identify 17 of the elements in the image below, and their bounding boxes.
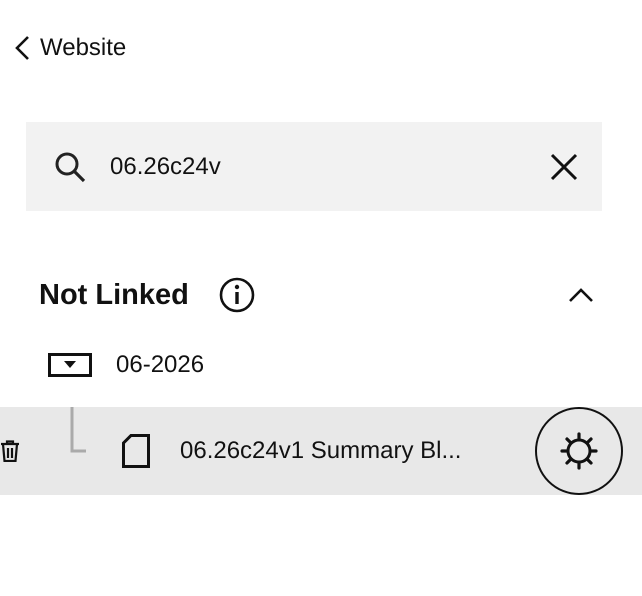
back-link[interactable]: Website [14, 30, 126, 66]
folder-icon [48, 353, 92, 377]
search-icon [54, 150, 86, 182]
folder-name[interactable]: 06-2026 [116, 351, 204, 379]
chevron-up-icon[interactable] [568, 287, 594, 303]
clear-button[interactable] [550, 152, 578, 180]
settings-button[interactable] [535, 407, 623, 495]
info-icon[interactable] [218, 277, 255, 313]
file-name: 06.26c24v1 Summary Bl... [180, 437, 462, 465]
file-row[interactable]: 06.26c24v1 Summary Bl... [0, 407, 642, 495]
gear-icon [559, 431, 599, 471]
document-icon [122, 434, 150, 468]
tree-connector [70, 407, 86, 453]
section-title: Not Linked [39, 278, 189, 312]
chevron-left-icon [14, 35, 30, 61]
search-input[interactable]: 06.26c24v [108, 152, 528, 182]
trash-icon[interactable] [0, 440, 20, 462]
